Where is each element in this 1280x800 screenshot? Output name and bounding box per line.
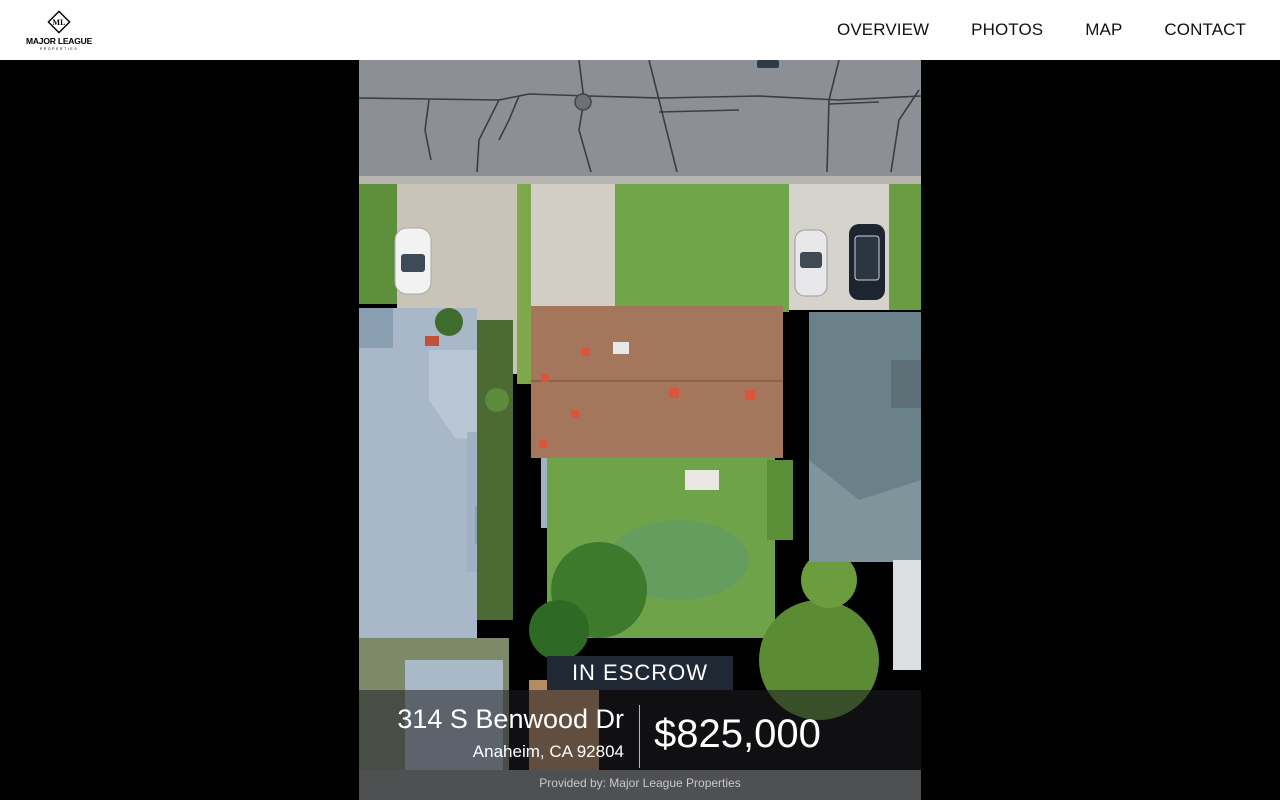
listing-street: 314 S Benwood Dr [397,704,624,734]
brand-logo[interactable]: ML MAJOR LEAGUE PROPERTIES [25,9,93,51]
listing-price: $825,000 [654,712,821,756]
listing-city: Anaheim, CA 92804 [472,742,624,761]
provided-by-credit: Provided by: Major League Properties [539,776,741,790]
diamond-monogram-icon: ML [47,9,71,34]
nav-contact[interactable]: CONTACT [1164,20,1246,40]
brand-subtitle: PROPERTIES [39,46,79,51]
nav-map[interactable]: MAP [1085,20,1122,40]
nav-photos[interactable]: PHOTOS [971,20,1043,40]
site-header: ML MAJOR LEAGUE PROPERTIES OVERVIEW PHOT… [0,0,1280,60]
brand-name: MAJOR LEAGUE [25,35,93,46]
svg-text:ML: ML [53,18,66,27]
nav-overview[interactable]: OVERVIEW [837,20,929,40]
main-nav: OVERVIEW PHOTOS MAP CONTACT [795,20,1246,40]
info-divider [639,705,640,768]
status-badge: IN ESCROW [547,656,733,690]
